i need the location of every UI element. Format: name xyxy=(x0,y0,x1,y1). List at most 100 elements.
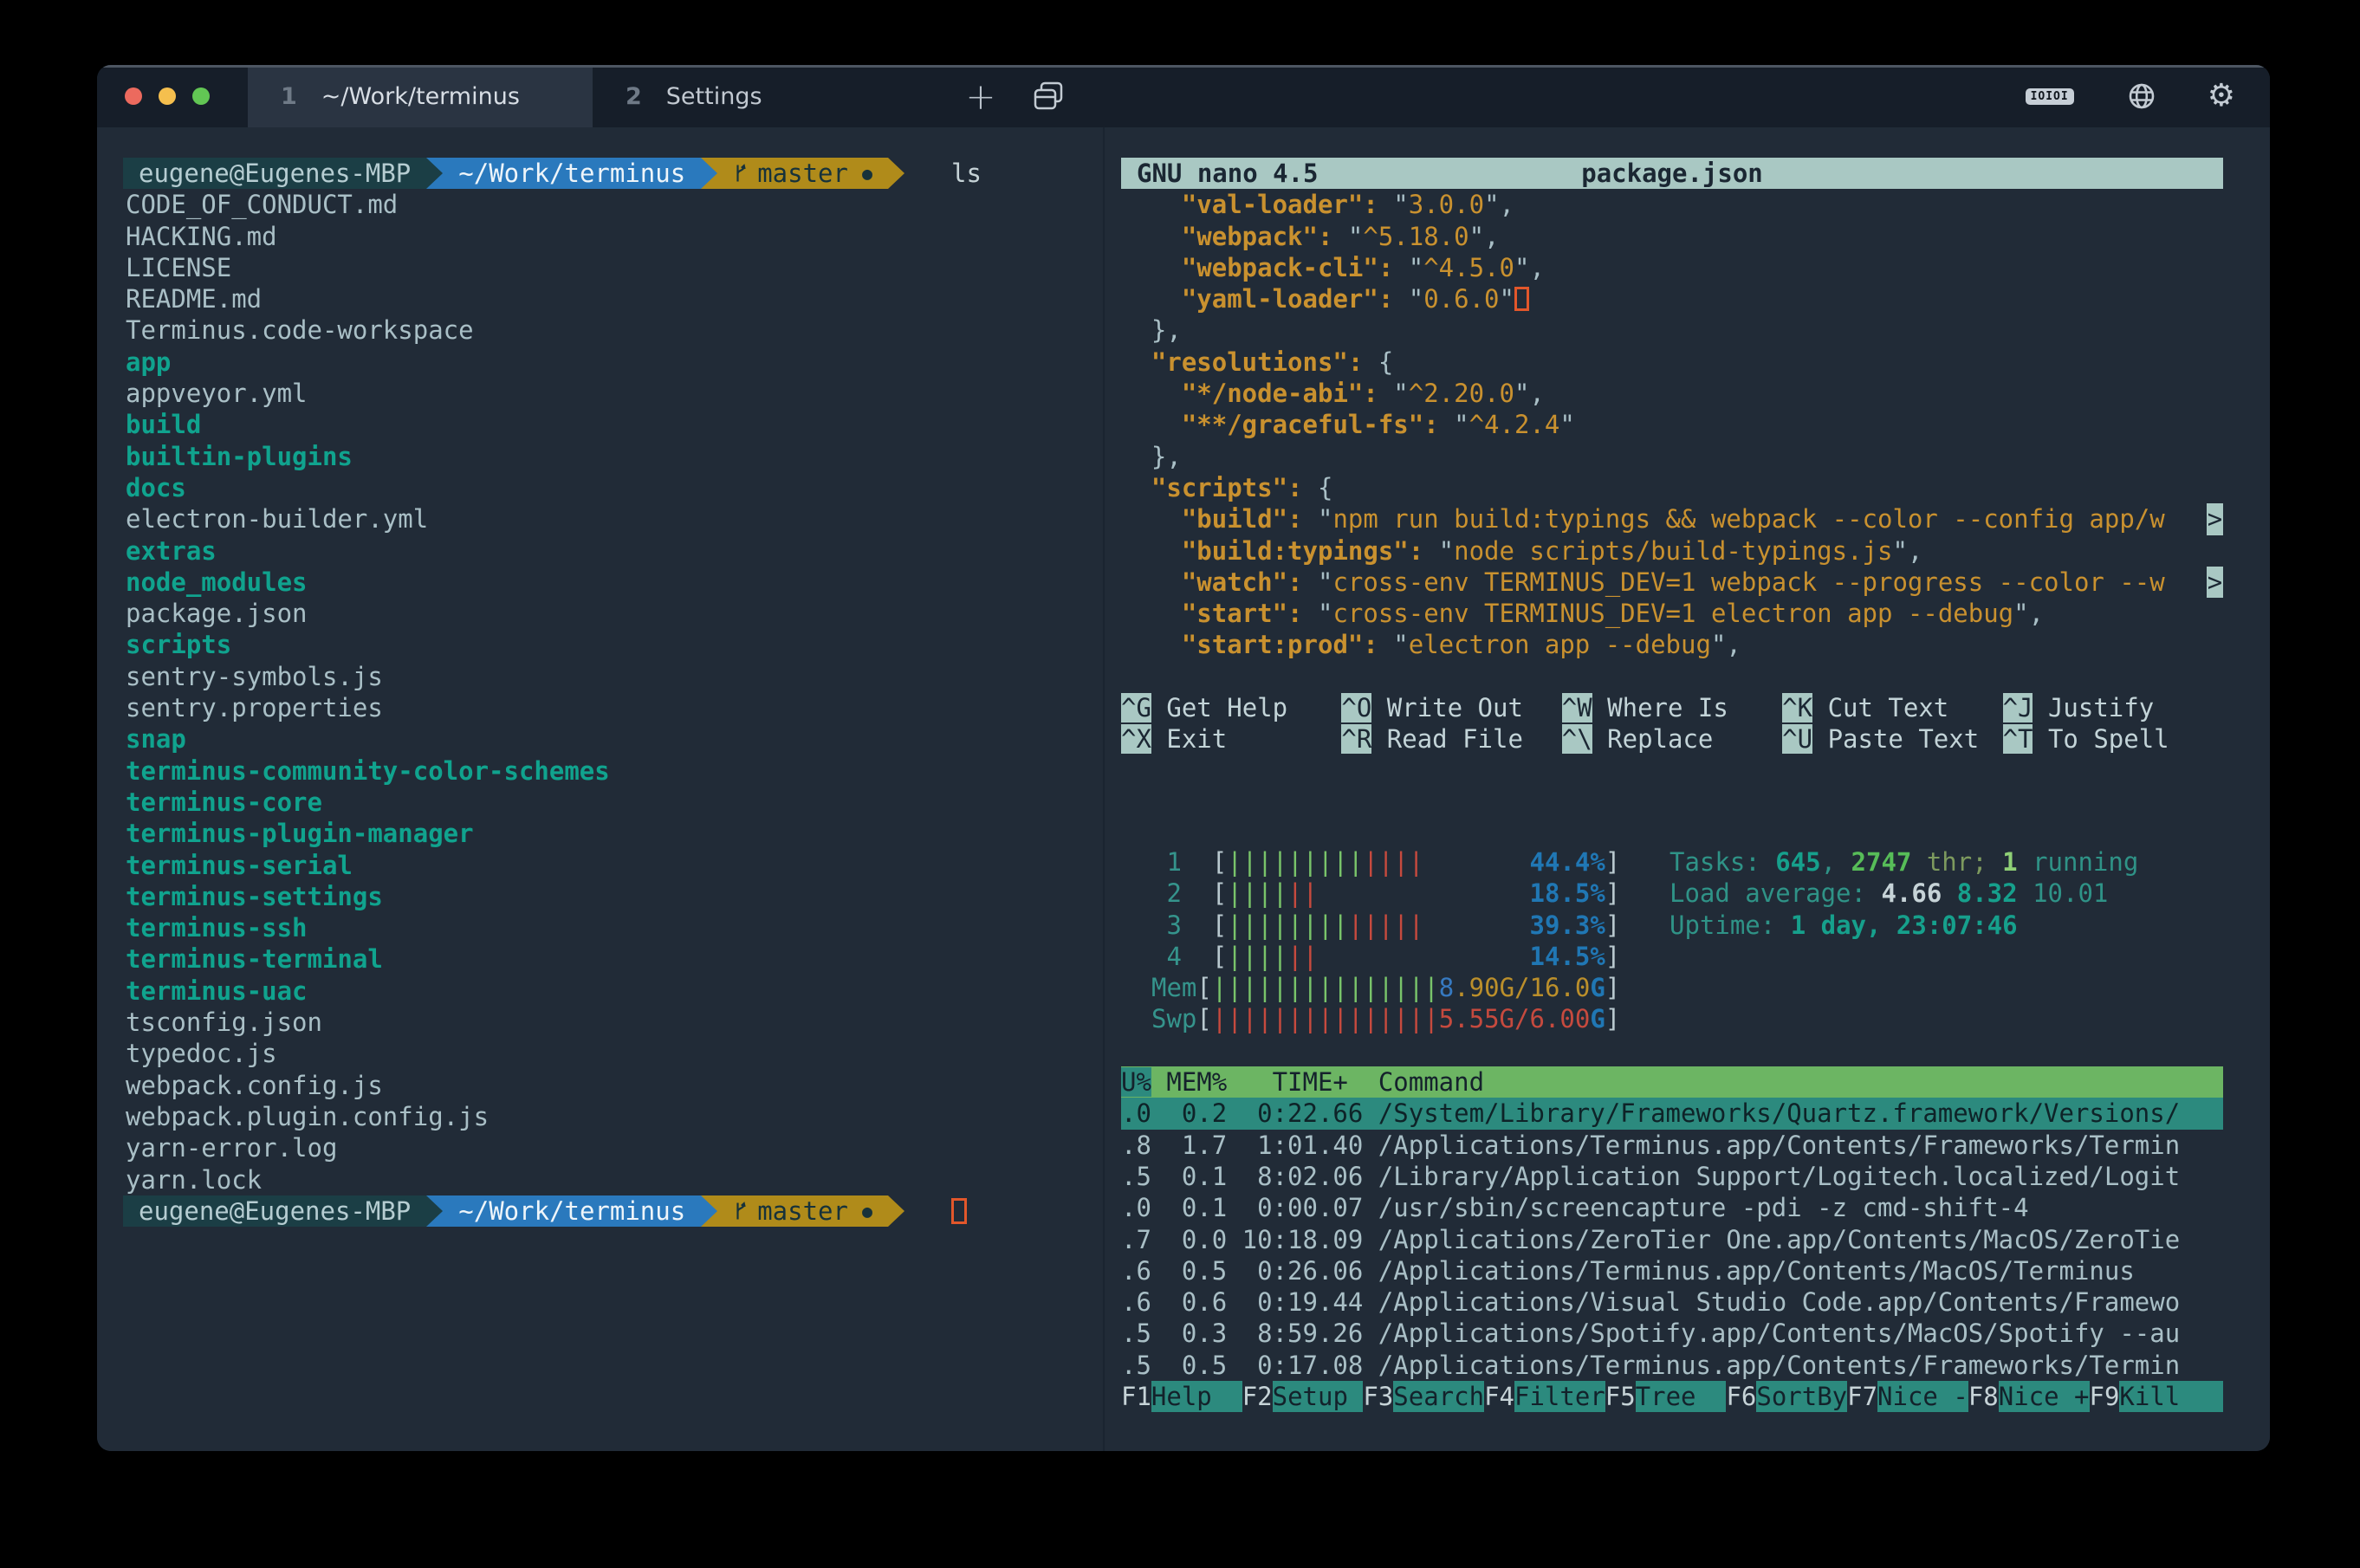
fkey-name: F6 xyxy=(1726,1381,1756,1412)
nano-line: "resolutions": { xyxy=(1121,347,2223,378)
terminal-cursor xyxy=(951,1198,967,1224)
shortcut-key: ^J xyxy=(2003,693,2033,722)
file-item: extras xyxy=(97,535,1103,567)
file-item: terminus-terminal xyxy=(97,943,1103,975)
new-tab-button[interactable]: + xyxy=(955,65,1007,127)
nano-line: "**/graceful-fs": "^4.2.4" xyxy=(1121,409,2223,440)
process-row[interactable]: .7 0.0 10:18.09 /Applications/ZeroTier O… xyxy=(1121,1224,2223,1255)
nano-line: }, xyxy=(1121,441,2223,472)
duplicate-tab-icon[interactable] xyxy=(1022,65,1074,127)
nano-line: "watch": "cross-env TERMINUS_DEV=1 webpa… xyxy=(1121,567,2223,598)
file-item: app xyxy=(97,347,1103,378)
nano-shortcut[interactable]: ^U Paste Text xyxy=(1782,723,2002,755)
process-row[interactable]: .5 0.3 8:59.26 /Applications/Spotify.app… xyxy=(1121,1318,2223,1349)
meter-bar: |||||||||||||||5.55G/6.00G xyxy=(1212,1003,1605,1034)
nano-editor: GNU nano 4.5package.json "val-loader": "… xyxy=(1121,158,2223,755)
nano-line: "webpack": "^5.18.0", xyxy=(1121,221,2223,252)
nano-shortcut[interactable]: ^T To Spell xyxy=(2003,723,2223,755)
close-button[interactable] xyxy=(125,87,142,105)
process-row[interactable]: .8 1.7 1:01.40 /Applications/Terminus.ap… xyxy=(1121,1130,2223,1161)
tab-settings[interactable]: 2 Settings xyxy=(592,65,936,127)
meter-label: 4 xyxy=(1151,942,1212,971)
fkey-action[interactable]: SortBy xyxy=(1756,1381,1847,1412)
terminal-pane-right[interactable]: GNU nano 4.5package.json "val-loader": "… xyxy=(1105,127,2270,1451)
file-item: yarn.lock xyxy=(97,1164,1103,1195)
git-branch-icon xyxy=(733,162,749,185)
line-continuation-marker: > xyxy=(2207,503,2223,535)
fkey-action[interactable]: Setup xyxy=(1273,1381,1364,1412)
globe-icon[interactable] xyxy=(2128,82,2156,110)
powerline-arrow-icon xyxy=(701,158,717,189)
htop-info-line: Tasks: 645, 2747 thr; 1 running xyxy=(1670,846,2138,878)
process-table-header[interactable]: U% MEM% TIME+ Command xyxy=(1121,1066,2223,1098)
nano-shortcut[interactable]: ^R Read File xyxy=(1341,723,1561,755)
meter-bar: |||||||||||||44.4% xyxy=(1227,846,1605,878)
meter-label: 3 xyxy=(1151,910,1212,940)
git-dirty-dot-icon: ● xyxy=(862,1195,872,1227)
prompt-segment-user: eugene@Eugenes-MBP xyxy=(123,1195,426,1227)
file-item: build xyxy=(97,409,1103,440)
fkey-action[interactable]: Nice + xyxy=(1999,1381,2090,1412)
fkey-action[interactable]: Tree xyxy=(1636,1381,1727,1412)
tab-number: 2 xyxy=(626,83,642,110)
fkey-action[interactable]: Nice - xyxy=(1877,1381,1968,1412)
fkey-action[interactable]: Help xyxy=(1151,1381,1242,1412)
meter-bar: ||||||14.5% xyxy=(1227,941,1605,972)
serial-port-icon[interactable]: IOIOI xyxy=(2026,88,2074,105)
fkey-action[interactable]: Search xyxy=(1393,1381,1484,1412)
process-row[interactable]: .0 0.2 0:22.66 /System/Library/Framework… xyxy=(1121,1098,2223,1129)
shortcut-label: Paste Text xyxy=(1828,724,1980,754)
nano-line: "yaml-loader": "0.6.0" xyxy=(1121,283,2223,314)
minimize-button[interactable] xyxy=(159,87,176,105)
fkey-name: F5 xyxy=(1605,1381,1636,1412)
nano-line: "build:typings": "node scripts/build-typ… xyxy=(1121,535,2223,567)
shortcut-key: ^X xyxy=(1121,724,1151,754)
nano-shortcut[interactable]: ^X Exit xyxy=(1121,723,1341,755)
process-row[interactable]: .5 0.1 8:02.06 /Library/Application Supp… xyxy=(1121,1161,2223,1192)
fkey-action[interactable]: Kill xyxy=(2119,1381,2223,1412)
tab-number: 1 xyxy=(281,83,297,110)
file-item: terminus-serial xyxy=(97,850,1103,881)
fkey-name: F7 xyxy=(1847,1381,1877,1412)
file-item: docs xyxy=(97,472,1103,503)
maximize-button[interactable] xyxy=(192,87,210,105)
nano-shortcut[interactable]: ^\ Replace xyxy=(1562,723,1782,755)
fkey-action[interactable]: Filter xyxy=(1514,1381,1605,1412)
sort-column: U% xyxy=(1121,1067,1151,1097)
htop-summary: Tasks: 645, 2747 thr; 1 runningLoad aver… xyxy=(1670,846,2138,941)
file-item: terminus-plugin-manager xyxy=(97,818,1103,849)
nano-shortcut[interactable]: ^W Where Is xyxy=(1562,692,1782,723)
gear-icon[interactable]: ⚙ xyxy=(2208,81,2235,112)
prompt-segment-git: master● xyxy=(717,158,888,189)
powerline-arrow-icon xyxy=(888,158,904,189)
file-item: snap xyxy=(97,723,1103,755)
file-item: appveyor.yml xyxy=(97,378,1103,409)
nano-filename: package.json xyxy=(1581,158,1763,189)
tab-terminal[interactable]: 1 ~/Work/terminus xyxy=(248,65,592,127)
process-row[interactable]: .6 0.5 0:26.06 /Applications/Terminus.ap… xyxy=(1121,1255,2223,1286)
file-item: sentry-symbols.js xyxy=(97,661,1103,692)
nano-shortcut[interactable]: ^O Write Out xyxy=(1341,692,1561,723)
process-row[interactable]: .6 0.6 0:19.44 /Applications/Visual Stud… xyxy=(1121,1286,2223,1318)
shortcut-key: ^O xyxy=(1341,693,1371,722)
htop-panel: Tasks: 645, 2747 thr; 1 runningLoad aver… xyxy=(1121,846,2223,1412)
file-item: webpack.plugin.config.js xyxy=(97,1101,1103,1132)
nano-shortcut[interactable]: ^K Cut Text xyxy=(1782,692,2002,723)
cpu-percent: 39.3% xyxy=(1529,910,1605,940)
process-row[interactable]: .5 0.5 0:17.08 /Applications/Terminus.ap… xyxy=(1121,1350,2223,1381)
htop-meter-row: Swp[|||||||||||||||5.55G/6.00G] xyxy=(1151,1003,2223,1034)
htop-info-line: Load average: 4.66 8.32 10.01 xyxy=(1670,878,2138,909)
file-item: electron-builder.yml xyxy=(97,503,1103,535)
nano-shortcut[interactable]: ^G Get Help xyxy=(1121,692,1341,723)
file-item: CODE_OF_CONDUCT.md xyxy=(97,189,1103,220)
nano-shortcut-bar: ^G Get Help^O Write Out^W Where Is^K Cut… xyxy=(1121,692,2223,755)
process-row[interactable]: .0 0.1 0:00.07 /usr/sbin/screencapture -… xyxy=(1121,1192,2223,1223)
nano-shortcut[interactable]: ^J Justify xyxy=(2003,692,2223,723)
file-item: HACKING.md xyxy=(97,221,1103,252)
fkey-name: F8 xyxy=(1968,1381,1999,1412)
shortcut-key: ^K xyxy=(1782,693,1812,722)
nano-line: "webpack-cli": "^4.5.0", xyxy=(1121,252,2223,283)
terminal-pane-left[interactable]: eugene@Eugenes-MBP~/Work/terminusmaster●… xyxy=(97,127,1103,1451)
file-item: terminus-core xyxy=(97,787,1103,818)
nano-line: "val-loader": "3.0.0", xyxy=(1121,189,2223,220)
